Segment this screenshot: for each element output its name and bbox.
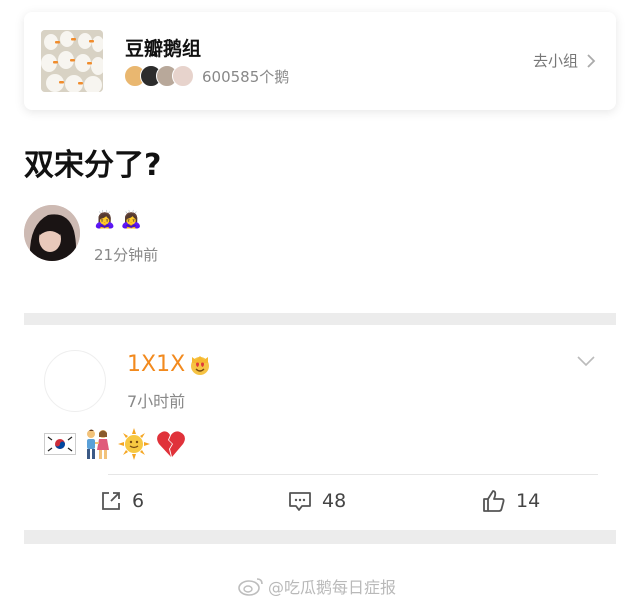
watermark: @吃瓜鹅每日症报: [238, 574, 396, 598]
section-divider: [24, 313, 616, 325]
group-card[interactable]: 豆瓣鹅组 600585个鹅 去小组: [24, 12, 616, 110]
author-photo: [24, 205, 80, 261]
like-count: 14: [516, 490, 541, 512]
korea-flag-icon: [44, 433, 76, 455]
author-avatar[interactable]: [24, 205, 80, 261]
comment-user[interactable]: 1X1X: [127, 352, 211, 377]
goto-group-link[interactable]: 去小组: [533, 50, 596, 71]
author-name[interactable]: 🙇‍♀️ 🙇‍♀️: [94, 210, 142, 230]
chevron-right-icon: [587, 53, 596, 68]
member-avatars: [124, 65, 199, 87]
post-title: 双宋分了?: [24, 148, 162, 183]
comment-icon: [289, 492, 311, 511]
comment-time: 7小时前: [127, 392, 186, 411]
share-icon: [102, 492, 120, 510]
watermark-text: @吃瓜鹅每日症报: [268, 578, 397, 597]
group-name[interactable]: 豆瓣鹅组: [125, 34, 201, 61]
weibo-logo-icon: [238, 578, 263, 596]
heart-eyes-emoji-icon: [191, 355, 210, 375]
thumbs-up-icon: [483, 490, 505, 512]
broken-heart-icon: [157, 431, 185, 457]
comment-text: [44, 427, 186, 461]
share-button[interactable]: 6: [100, 476, 144, 526]
comment-count: 48: [322, 490, 347, 512]
comment-separator: [108, 474, 598, 475]
like-button[interactable]: 14: [482, 476, 540, 526]
couple-icon: [87, 429, 109, 459]
comment-button[interactable]: 48: [288, 476, 346, 526]
goto-group-label: 去小组: [532, 52, 578, 70]
chevron-down-icon: [577, 356, 595, 367]
action-bar: 6 48 14: [24, 476, 616, 526]
post-time: 21分钟前: [94, 246, 159, 264]
comment-menu-button[interactable]: [576, 352, 596, 371]
sun-face-icon: [118, 428, 150, 460]
comment-avatar[interactable]: [44, 350, 106, 412]
geese-image: [41, 30, 103, 92]
comment-username: 1X1X: [127, 352, 186, 377]
member-avatar: [172, 65, 194, 87]
share-count: 6: [132, 490, 145, 512]
bottom-divider: [24, 530, 616, 544]
group-thumbnail[interactable]: [41, 30, 103, 92]
member-count: 600585个鹅: [202, 68, 290, 86]
